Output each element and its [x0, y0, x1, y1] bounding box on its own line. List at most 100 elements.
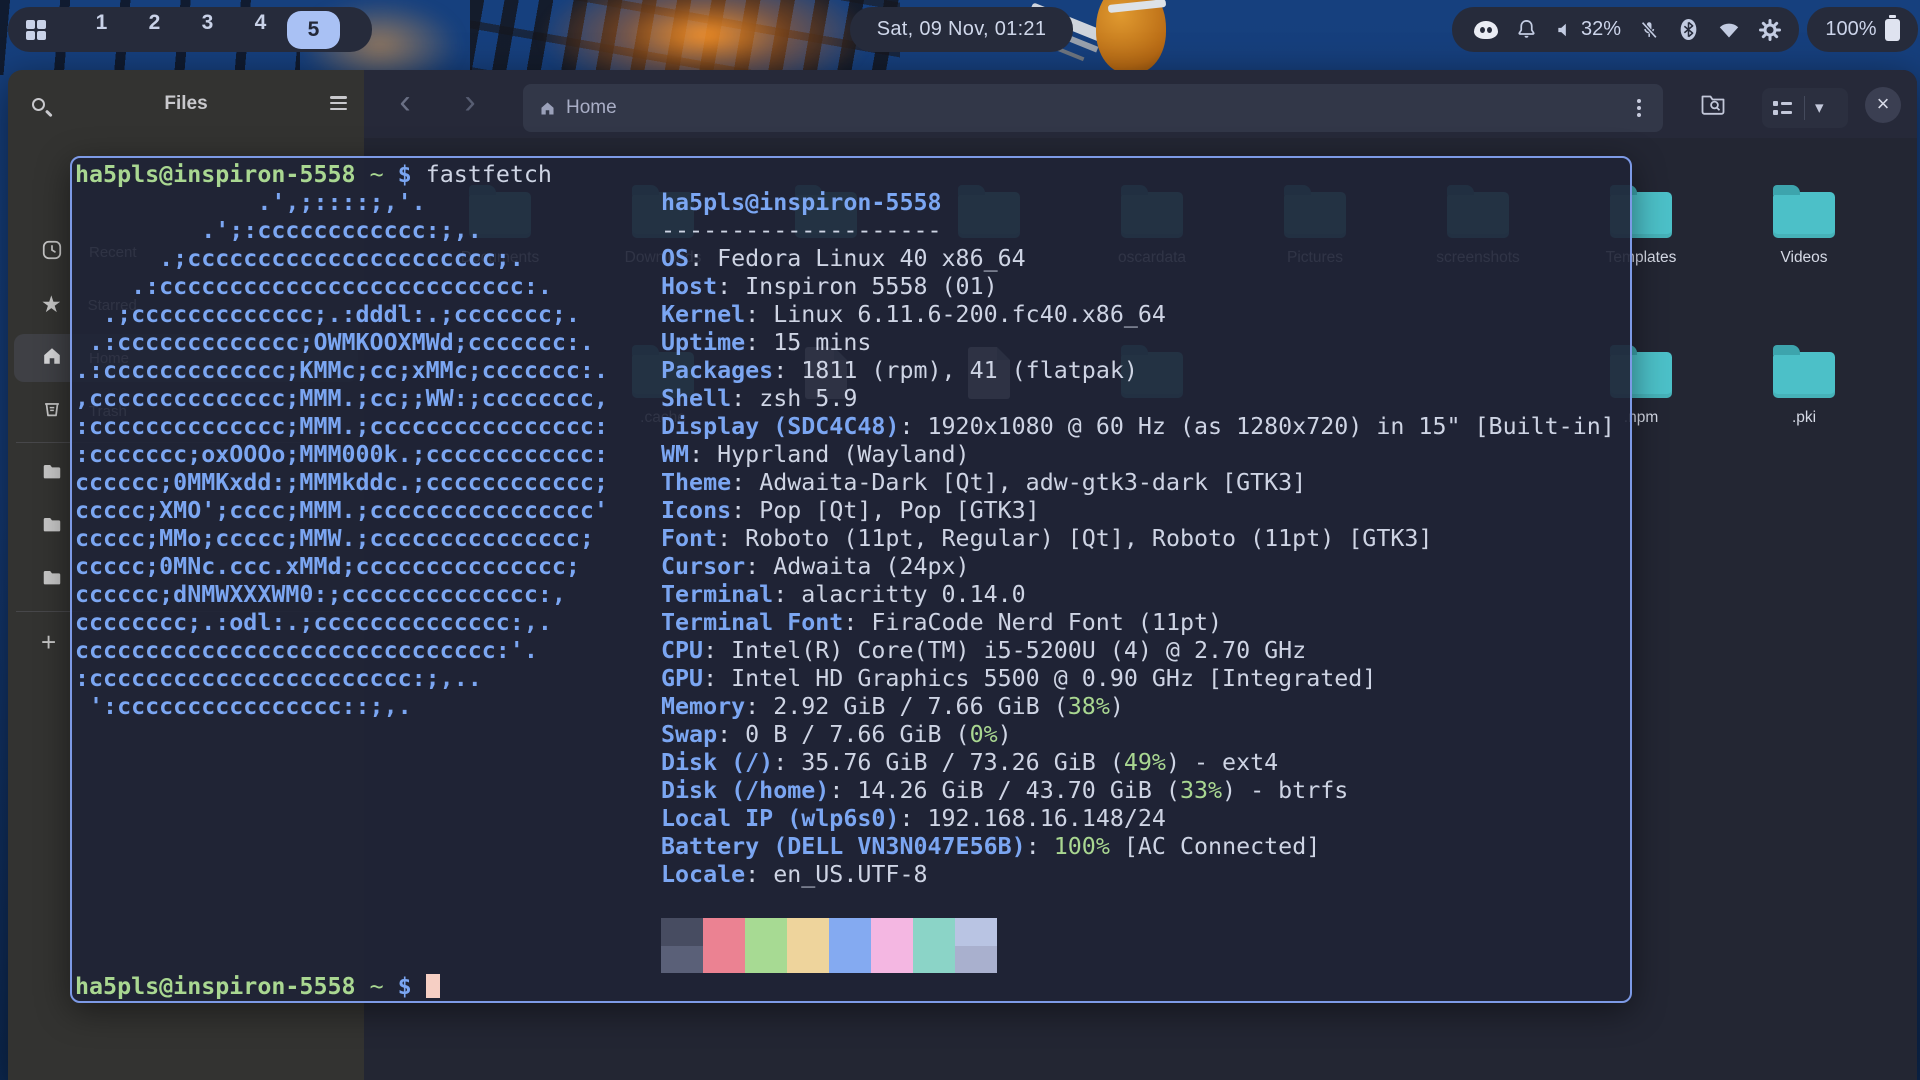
breadcrumb[interactable]: Home: [523, 84, 1663, 132]
palette-swatch: [955, 918, 997, 946]
apps-grid-icon[interactable]: [26, 20, 45, 39]
fastfetch-info-line: Cursor: Adwaita (24px): [661, 553, 1615, 581]
fastfetch-info-line: Shell: zsh 5.9: [661, 385, 1615, 413]
palette-swatch: [745, 946, 787, 974]
fastfetch-info-line: Swap: 0 B / 7.66 GiB (0%): [661, 721, 1615, 749]
terminal-color-palette: [661, 918, 997, 973]
close-button[interactable]: ×: [1865, 87, 1901, 123]
fastfetch-info-line: Terminal Font: FiraCode Nerd Font (11pt): [661, 609, 1615, 637]
battery-indicator[interactable]: 100%: [1807, 7, 1918, 52]
volume-label: 32%: [1581, 18, 1621, 41]
palette-swatch: [661, 946, 703, 974]
palette-swatch: [703, 918, 745, 946]
palette-swatch: [829, 918, 871, 946]
fastfetch-info-line: Disk (/home): 14.26 GiB / 43.70 GiB (33%…: [661, 777, 1615, 805]
fastfetch-info-line: Memory: 2.92 GiB / 7.66 GiB (38%): [661, 693, 1615, 721]
folder-icon: [41, 567, 63, 594]
fastfetch-info-line: Uptime: 15 mins: [661, 329, 1615, 357]
palette-swatch: [871, 918, 913, 946]
fastfetch-info-line: Host: Inspiron 5558 (01): [661, 273, 1615, 301]
trash-icon: [41, 398, 63, 425]
view-toggle: ▾: [1762, 88, 1848, 128]
fastfetch-info-line: OS: Fedora Linux 40 x86_64: [661, 245, 1615, 273]
fastfetch-info-line: Kernel: Linux 6.11.6-200.fc40.x86_64: [661, 301, 1615, 329]
workspace-3[interactable]: 3: [181, 11, 234, 49]
fastfetch-separator: --------------------: [661, 217, 1615, 245]
forward-button[interactable]: ›: [450, 80, 490, 124]
app-title: Files: [8, 93, 364, 115]
mic-muted-icon[interactable]: [1638, 18, 1660, 42]
system-tray: 32%: [1452, 7, 1799, 52]
fastfetch-info-line: Terminal: alacritty 0.14.0: [661, 581, 1615, 609]
star-icon: ★: [41, 293, 62, 317]
fastfetch-info-line: WM: Hyprland (Wayland): [661, 441, 1615, 469]
workspace-pill: 12345: [8, 7, 372, 52]
sidebar-header: Files: [8, 70, 364, 138]
fastfetch-info-line: Disk (/): 35.76 GiB / 73.26 GiB (49%) - …: [661, 749, 1615, 777]
folder-search-icon[interactable]: [1700, 92, 1728, 121]
bluetooth-icon[interactable]: [1677, 18, 1700, 42]
palette-swatch: [955, 946, 997, 974]
home-icon: [539, 100, 556, 117]
terminal-window[interactable]: ha5pls@inspiron-5558 ~ $ fastfetch .',;:…: [70, 156, 1632, 1003]
fastfetch-info-line: GPU: Intel HD Graphics 5500 @ 0.90 GHz […: [661, 665, 1615, 693]
plus-icon: +: [41, 631, 56, 656]
palette-swatch: [661, 918, 703, 946]
clock-label: Sat, 09 Nov, 01:21: [877, 18, 1047, 41]
folder-icon: [41, 514, 63, 541]
list-view-icon[interactable]: [1773, 101, 1793, 115]
fastfetch-info-line: Theme: Adwaita-Dark [Qt], adw-gtk3-dark …: [661, 469, 1615, 497]
workspace-5[interactable]: 5: [287, 11, 340, 49]
workspace-1[interactable]: 1: [75, 11, 128, 49]
wallpaper-rocket-tank: [1096, 0, 1166, 74]
back-button[interactable]: ‹: [385, 80, 425, 124]
palette-swatch: [871, 946, 913, 974]
workspace-4[interactable]: 4: [234, 11, 287, 49]
wifi-icon[interactable]: [1717, 18, 1741, 42]
palette-swatch: [745, 918, 787, 946]
menu-icon[interactable]: [330, 96, 347, 113]
home-icon: [41, 345, 63, 372]
fastfetch-info-line: Icons: Pop [Qt], Pop [GTK3]: [661, 497, 1615, 525]
terminal-prompt-line[interactable]: ha5pls@inspiron-5558 ~ $: [75, 973, 440, 1001]
battery-label: 100%: [1825, 18, 1876, 41]
palette-swatch: [703, 946, 745, 974]
fastfetch-info-line: Font: Roboto (11pt, Regular) [Qt], Robot…: [661, 525, 1615, 553]
folder-icon: [1773, 192, 1835, 238]
fastfetch-info-line: Locale: en_US.UTF-8: [661, 861, 1615, 889]
divider: [1804, 96, 1805, 120]
fastfetch-info: ha5pls@inspiron-5558--------------------…: [661, 189, 1615, 889]
fastfetch-info-line: Display (SDC4C48): 1920x1080 @ 60 Hz (as…: [661, 413, 1615, 441]
battery-icon: [1885, 19, 1900, 41]
folder-item-pki[interactable]: .pki: [1738, 343, 1870, 427]
palette-swatch: [787, 918, 829, 946]
breadcrumb-label: Home: [566, 97, 617, 119]
item-label: .pki: [1738, 409, 1870, 427]
folder-icon: [1773, 352, 1835, 398]
terminal-prompt-line: ha5pls@inspiron-5558 ~ $ fastfetch: [75, 161, 552, 189]
folder-icon: [41, 461, 63, 488]
palette-swatch: [829, 946, 871, 974]
clock[interactable]: Sat, 09 Nov, 01:21: [850, 7, 1073, 52]
palette-swatch: [787, 946, 829, 974]
clock-icon: [41, 239, 63, 266]
volume-icon: [1555, 20, 1575, 40]
fastfetch-info-line: Battery (DELL VN3N047E56B): 100% [AC Con…: [661, 833, 1615, 861]
discord-icon[interactable]: [1474, 18, 1498, 42]
folder-item-videos[interactable]: Videos: [1738, 183, 1870, 267]
gear-icon[interactable]: [1758, 18, 1782, 42]
fastfetch-info-line: Local IP (wlp6s0): 192.168.16.148/24: [661, 805, 1615, 833]
fastfetch-title: ha5pls@inspiron-5558: [661, 189, 1615, 217]
volume-indicator[interactable]: 32%: [1555, 18, 1621, 41]
terminal-cursor: [426, 974, 440, 998]
bell-icon[interactable]: [1515, 18, 1538, 42]
kebab-menu-icon[interactable]: [1629, 98, 1649, 118]
palette-swatch: [913, 918, 955, 946]
fastfetch-info-line: CPU: Intel(R) Core(TM) i5-5200U (4) @ 2.…: [661, 637, 1615, 665]
workspace-2[interactable]: 2: [128, 11, 181, 49]
fastfetch-info-line: Packages: 1811 (rpm), 41 (flatpak): [661, 357, 1615, 385]
item-label: Videos: [1738, 249, 1870, 267]
fedora-ascii-logo: .',;::::;,'. .';:cccccccccccc:;,. .;cccc…: [75, 189, 608, 721]
palette-swatch: [913, 946, 955, 974]
chevron-down-icon[interactable]: ▾: [1815, 98, 1824, 118]
